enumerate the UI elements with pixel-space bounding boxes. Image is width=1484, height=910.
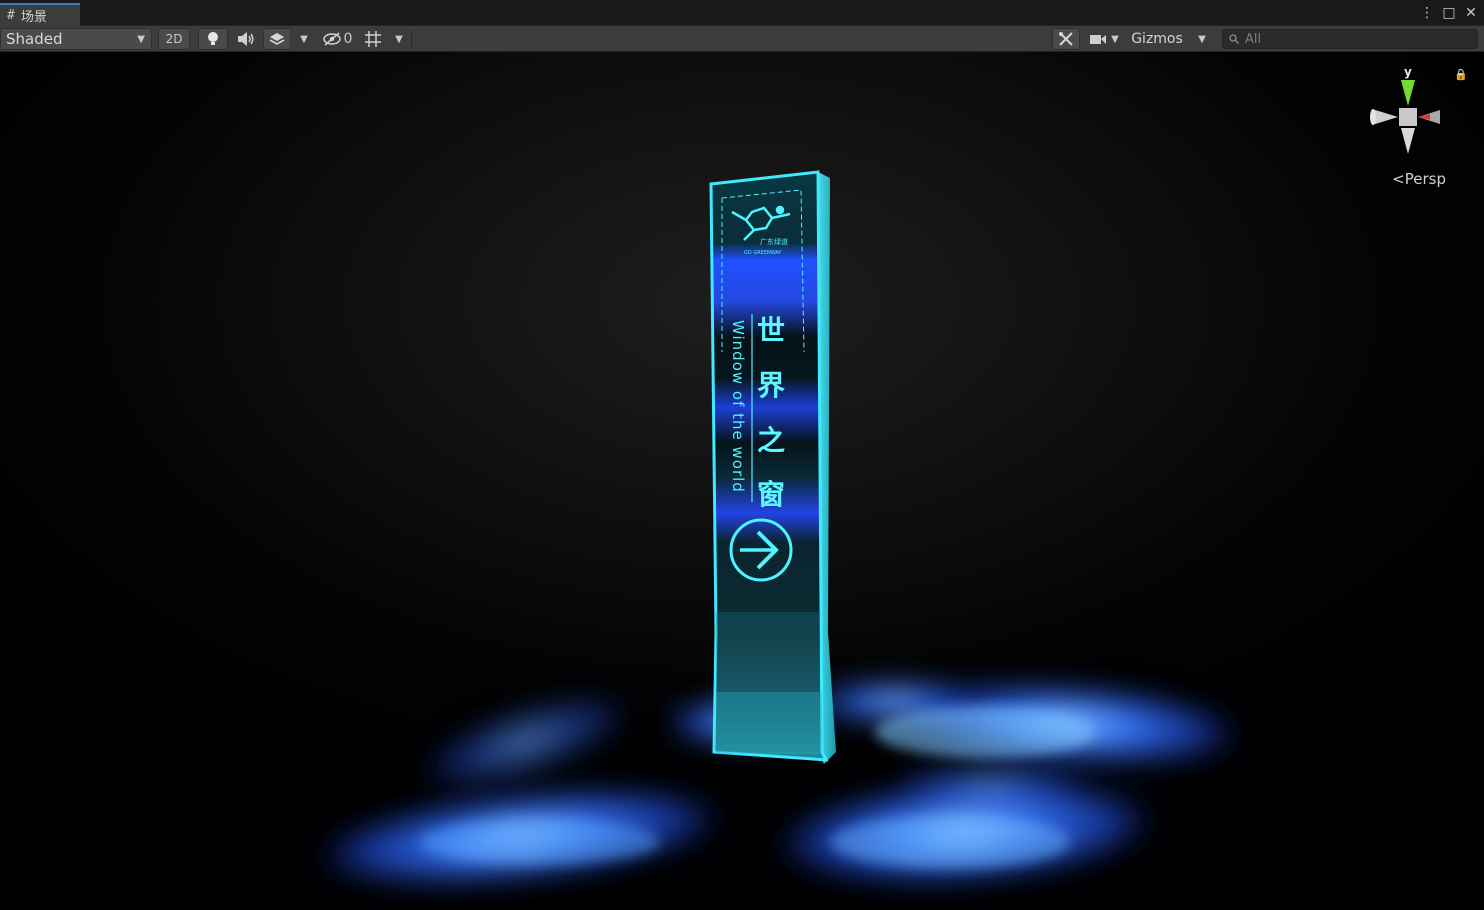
sign-cn-char-3: 之 bbox=[757, 424, 785, 457]
sign-cn-char-1: 世 bbox=[757, 314, 785, 347]
gizmo-axis-y-label: y bbox=[1404, 65, 1412, 79]
chevron-down-icon: ▼ bbox=[395, 33, 403, 45]
tools-icon bbox=[1059, 32, 1073, 46]
scene-search bbox=[1222, 29, 1478, 49]
grid-icon: # bbox=[7, 8, 15, 23]
effects-dropdown[interactable]: ▼ bbox=[293, 28, 315, 50]
gizmos-button[interactable]: Gizmos bbox=[1126, 28, 1188, 50]
tab-scene[interactable]: # 场景 bbox=[0, 3, 80, 26]
projection-label: Persp bbox=[1404, 170, 1446, 188]
draw-mode-dropdown[interactable]: Shaded ▼ bbox=[0, 28, 152, 50]
2d-toggle-button[interactable]: 2D bbox=[158, 28, 190, 50]
speaker-icon bbox=[238, 32, 254, 46]
more-options-icon[interactable]: ⋮ bbox=[1420, 4, 1434, 22]
logo-cn-text: 广东绿道 bbox=[760, 237, 788, 246]
maximize-icon[interactable]: □ bbox=[1442, 4, 1456, 22]
lighting-toggle-button[interactable] bbox=[198, 28, 228, 50]
projection-toggle[interactable]: <Persp bbox=[1392, 170, 1446, 188]
window-controls: ⋮ □ ✕ bbox=[1420, 4, 1478, 22]
tab-bar: # 场景 ⋮ □ ✕ bbox=[0, 0, 1484, 26]
gizmos-dropdown[interactable]: ▼ bbox=[1190, 28, 1214, 50]
persp-chevron-icon: < bbox=[1392, 170, 1405, 188]
gizmos-label: Gizmos bbox=[1131, 31, 1183, 47]
scene-toolbar: Shaded ▼ 2D ▼ 0 ▼ ▼ Gizmos ▼ All bbox=[0, 26, 1484, 52]
logo-en-text: GD GREENWAY bbox=[744, 250, 782, 256]
sign-cn-char-4: 窗 bbox=[757, 478, 785, 511]
eye-off-icon bbox=[322, 32, 341, 46]
grid-toggle-button[interactable] bbox=[360, 28, 386, 50]
scene-viewport[interactable]: 广东绿道 GD GREENWAY Window of the world 世 界… bbox=[0, 52, 1484, 910]
hidden-objects-toggle[interactable]: 0 bbox=[318, 28, 356, 50]
layers-icon bbox=[269, 33, 285, 45]
tools-button[interactable] bbox=[1052, 28, 1080, 50]
chevron-down-icon: ▼ bbox=[1198, 33, 1206, 45]
sign-english-text: Window of the world bbox=[729, 320, 747, 493]
toolbar-divider bbox=[411, 30, 412, 48]
orientation-gizmo[interactable]: y bbox=[1364, 64, 1454, 174]
camera-settings-dropdown[interactable]: ▼ bbox=[1084, 28, 1124, 50]
lock-icon[interactable]: 🔒 bbox=[1454, 68, 1468, 81]
grid-snap-icon bbox=[365, 31, 381, 47]
audio-toggle-button[interactable] bbox=[231, 28, 261, 50]
effects-toggle-button[interactable] bbox=[263, 28, 291, 50]
grid-dropdown[interactable]: ▼ bbox=[388, 28, 410, 50]
lightbulb-icon bbox=[208, 32, 218, 45]
hidden-count: 0 bbox=[343, 31, 353, 47]
sign-cn-char-2: 界 bbox=[757, 369, 785, 402]
search-input[interactable] bbox=[1245, 31, 1465, 47]
chevron-down-icon: ▼ bbox=[137, 33, 145, 45]
scene-render: 广东绿道 GD GREENWAY Window of the world 世 界… bbox=[311, 170, 1245, 887]
camera-icon bbox=[1090, 35, 1107, 44]
signpost: 广东绿道 GD GREENWAY Window of the world 世 界… bbox=[709, 170, 836, 764]
close-icon[interactable]: ✕ bbox=[1464, 4, 1478, 22]
tab-scene-label: 场景 bbox=[20, 10, 47, 25]
chevron-down-icon: ▼ bbox=[300, 33, 308, 45]
search-icon bbox=[1229, 34, 1239, 44]
2d-toggle-label: 2D bbox=[165, 32, 183, 46]
chevron-down-icon: ▼ bbox=[1111, 33, 1119, 45]
draw-mode-label: Shaded bbox=[6, 30, 63, 48]
